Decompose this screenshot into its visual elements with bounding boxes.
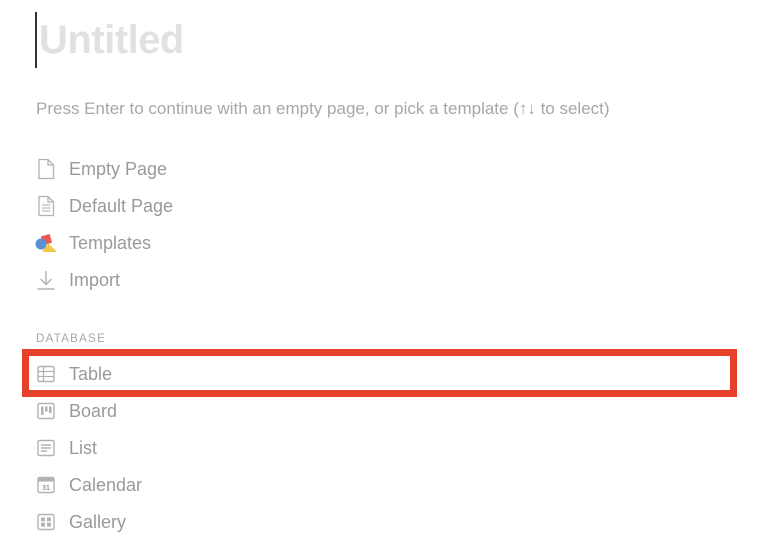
text-caret — [35, 12, 37, 68]
menu-item-templates[interactable]: Templates — [34, 228, 674, 258]
menu-item-calendar[interactable]: 31 Calendar — [34, 470, 674, 500]
menu-item-label: Board — [69, 401, 118, 421]
menu-item-label: Default Page — [69, 196, 174, 216]
menu-item-default-page[interactable]: Default Page — [34, 191, 674, 221]
template-hint: Press Enter to continue with an empty pa… — [36, 99, 610, 118]
menu-item-list[interactable]: List — [34, 433, 674, 463]
menu-item-label: Import — [69, 270, 121, 290]
page-title-input[interactable]: Untitled — [39, 12, 184, 68]
menu-item-import[interactable]: Import — [34, 265, 674, 295]
default-page-icon — [34, 194, 58, 218]
title-row[interactable]: Untitled — [35, 12, 184, 68]
empty-page-icon — [34, 157, 58, 181]
menu-item-label: Empty Page — [69, 159, 168, 179]
menu-item-empty-page[interactable]: Empty Page — [34, 154, 674, 184]
list-icon — [34, 436, 58, 460]
import-icon — [34, 268, 58, 292]
new-page-view: Untitled Press Enter to continue with an… — [0, 0, 768, 554]
templates-icon — [34, 231, 58, 255]
menu-item-label: Templates — [69, 233, 152, 253]
menu-item-label: Gallery — [69, 512, 127, 532]
menu-item-table[interactable]: Table — [34, 359, 674, 389]
calendar-icon: 31 — [34, 473, 58, 497]
gallery-icon — [34, 510, 58, 534]
menu-item-label: Table — [69, 364, 113, 384]
calendar-icon-day: 31 — [42, 485, 50, 492]
menu-item-gallery[interactable]: Gallery — [34, 507, 674, 537]
menu-item-board[interactable]: Board — [34, 396, 674, 426]
table-icon — [34, 362, 58, 386]
menu-item-label: Calendar — [69, 475, 143, 495]
database-section-label: DATABASE — [36, 333, 107, 345]
menu-item-label: List — [69, 438, 98, 458]
board-icon — [34, 399, 58, 423]
